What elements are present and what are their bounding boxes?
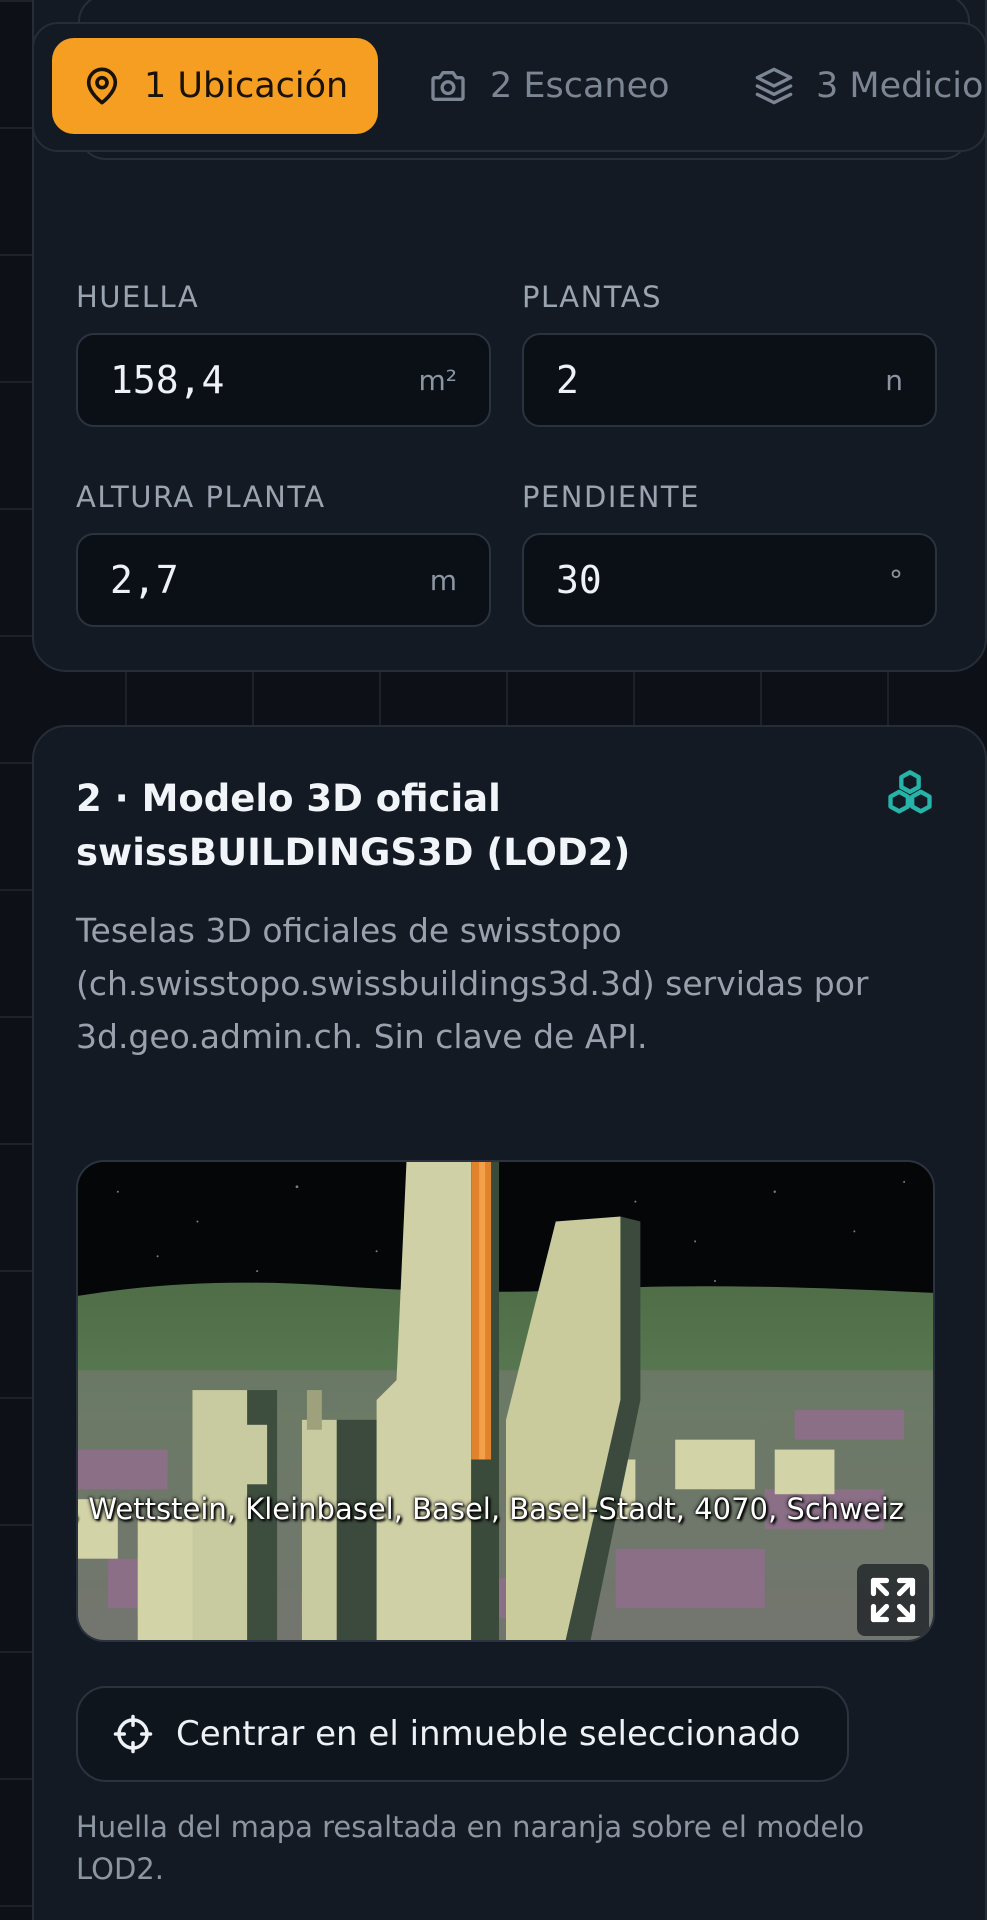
3d-scene — [78, 1162, 933, 1640]
huella-unit: m² — [418, 363, 458, 397]
plantas-input[interactable]: 2 n — [522, 333, 937, 427]
cubes-icon — [888, 770, 932, 814]
model-description: Teselas 3D oficiales de swisstopo (ch.sw… — [76, 911, 869, 1056]
altura-value: 2,7 — [110, 558, 179, 602]
huella-input[interactable]: 158,4 m² — [76, 333, 491, 427]
map-pin-icon — [86, 67, 118, 105]
plantas-label: PLANTAS — [522, 280, 663, 314]
model-section-title: 2 · Modelo 3D oficial swissBUILDINGS3D (… — [76, 777, 631, 874]
altura-unit: m — [429, 563, 457, 597]
plantas-value: 2 — [556, 358, 579, 402]
tab-ubicacion-label: 1 Ubicación — [144, 66, 349, 106]
tab-medicion[interactable]: 3 Medicio — [724, 38, 985, 134]
huella-value: 158,4 — [110, 358, 225, 402]
step-tab-bar: 1 Ubicación 2 Escaneo 3 Medicio — [32, 22, 987, 152]
plantas-unit: n — [885, 363, 903, 397]
layers-icon — [755, 67, 793, 105]
pendiente-input[interactable]: 30 ° — [522, 533, 937, 627]
huella-label: HUELLA — [76, 280, 200, 314]
pendiente-unit: ° — [889, 563, 903, 597]
crosshair-icon — [113, 1714, 153, 1754]
center-button-label: Centrar en el inmueble seleccionado — [176, 1714, 801, 1754]
footnote: Huella del mapa resaltada en naranja sob… — [76, 1810, 865, 1886]
center-on-property-button[interactable]: Centrar en el inmueble seleccionado — [76, 1686, 849, 1782]
pendiente-value: 30 — [556, 558, 602, 602]
3d-viewer[interactable]: , Wettstein, Kleinbasel, Basel, Basel-St… — [76, 1160, 935, 1642]
expand-icon — [870, 1577, 916, 1623]
tab-escaneo[interactable]: 2 Escaneo — [398, 38, 700, 134]
fullscreen-button[interactable] — [857, 1564, 929, 1636]
tab-ubicacion[interactable]: 1 Ubicación — [52, 38, 379, 134]
camera-icon — [431, 71, 465, 102]
viewer-address-label: , Wettstein, Kleinbasel, Basel, Basel-St… — [76, 1492, 904, 1526]
tab-escaneo-label: 2 Escaneo — [490, 66, 670, 106]
pendiente-label: PENDIENTE — [522, 480, 700, 514]
altura-label: ALTURA PLANTA — [76, 480, 326, 514]
tab-medicion-label: 3 Medicio — [816, 66, 984, 106]
altura-input[interactable]: 2,7 m — [76, 533, 491, 627]
